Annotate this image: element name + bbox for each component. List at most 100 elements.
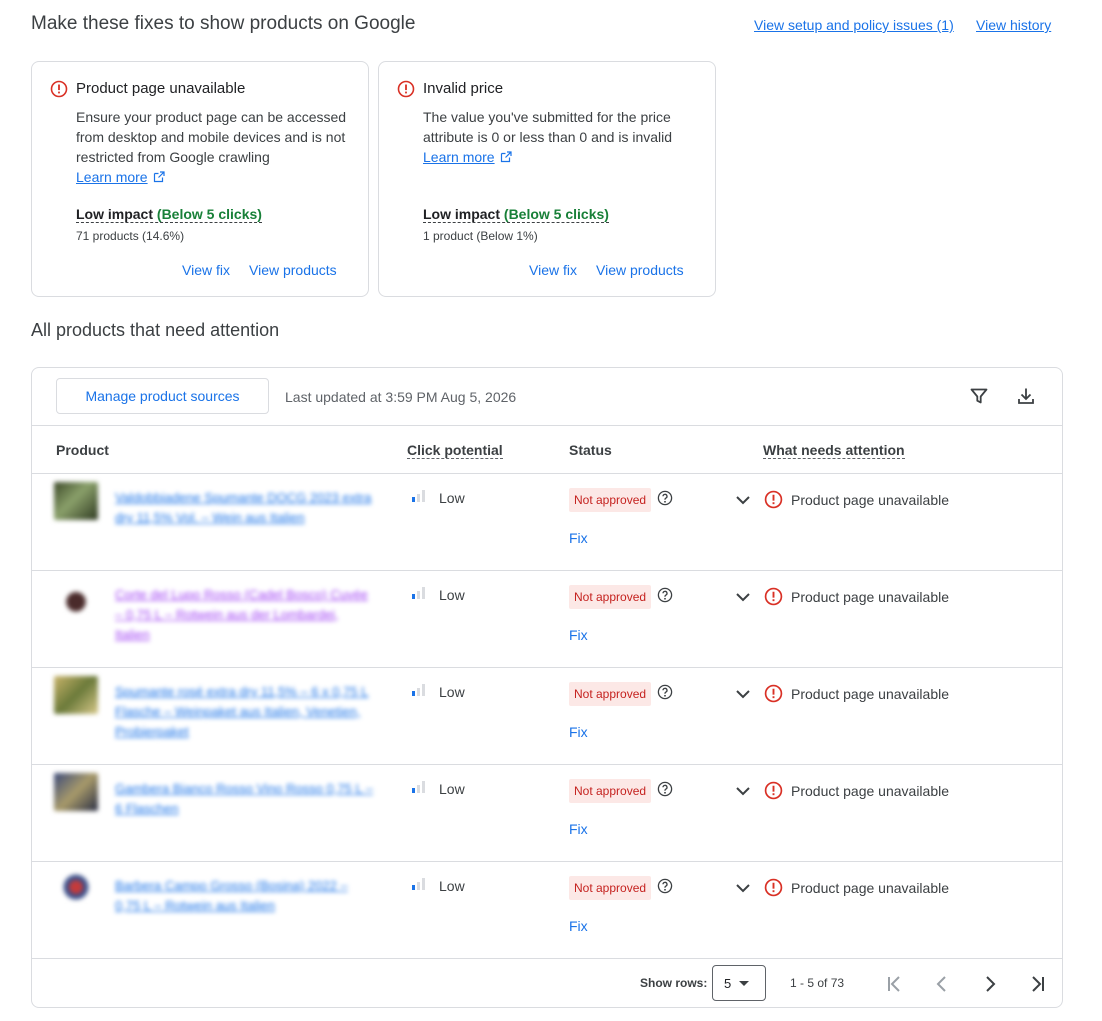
- issue-card-description: The value you've submitted for the price…: [423, 107, 708, 167]
- view-products-link[interactable]: View products: [596, 262, 684, 278]
- last-updated-text: Last updated at 3:59 PM Aug 5, 2026: [285, 389, 517, 405]
- column-header-product: Product: [56, 442, 109, 458]
- pagination: Show rows: 5 1 - 5 of 73: [32, 960, 1062, 1007]
- first-page-icon[interactable]: [882, 972, 906, 996]
- click-potential-value: Low: [439, 490, 465, 506]
- click-potential-bars-icon: [412, 587, 425, 599]
- chevron-down-icon[interactable]: [732, 780, 754, 802]
- manage-product-sources-button[interactable]: Manage product sources: [56, 378, 269, 414]
- status-badge: Not approved: [569, 488, 652, 512]
- fix-link[interactable]: Fix: [569, 918, 588, 934]
- filter-icon[interactable]: [968, 385, 990, 407]
- status-badge: Not approved: [569, 779, 652, 803]
- click-potential-bars-icon: [412, 878, 425, 890]
- rows-per-page-value: 5: [724, 976, 732, 991]
- learn-more-label: Learn more: [76, 169, 148, 185]
- chevron-down-icon[interactable]: [732, 489, 754, 511]
- attention-issue-text: Product page unavailable: [791, 783, 950, 799]
- attention-issue-text: Product page unavailable: [791, 492, 950, 508]
- impact-detail: (Below 5 clicks): [156, 206, 262, 222]
- impact-indicator[interactable]: Low impact (Below 5 clicks): [76, 206, 262, 223]
- view-fix-link[interactable]: View fix: [182, 262, 230, 278]
- help-icon[interactable]: [657, 684, 673, 700]
- view-history-link[interactable]: View history: [976, 17, 1051, 33]
- status-badge: Not approved: [569, 585, 652, 609]
- impact-detail: (Below 5 clicks): [503, 206, 609, 222]
- issue-card-invalid-price: Invalid price The value you've submitted…: [378, 61, 716, 297]
- help-icon[interactable]: [657, 781, 673, 797]
- chevron-down-icon[interactable]: [732, 877, 754, 899]
- error-icon: [764, 781, 783, 800]
- product-name-link[interactable]: Gambera Bianco Rosso Vino Rosso 0,75 L –…: [115, 779, 375, 819]
- external-link-icon: [500, 151, 512, 163]
- view-fix-link[interactable]: View fix: [529, 262, 577, 278]
- impact-label: Low impact: [423, 206, 501, 222]
- column-header-click-potential[interactable]: Click potential: [407, 442, 503, 459]
- page-range: 1 - 5 of 73: [790, 976, 845, 990]
- product-name-link[interactable]: Barbera Campo Grosso (Bosina) 2022 – 0,7…: [115, 876, 375, 916]
- affected-products-count: 71 products (14.6%): [76, 229, 185, 243]
- section-title: All products that need attention: [31, 320, 280, 340]
- view-products-link[interactable]: View products: [249, 262, 337, 278]
- issue-description-text: Ensure your product page can be accessed…: [76, 109, 347, 165]
- table-row: Corte del Lupo Rosso (Cadel Bosco) Cuvée…: [32, 571, 1062, 668]
- click-potential-value: Low: [439, 781, 465, 797]
- product-name-link[interactable]: Valdobbiadene Spumante DOCG 2023 extra d…: [115, 488, 375, 528]
- issue-card-title: Invalid price: [423, 80, 504, 97]
- error-icon: [764, 684, 783, 703]
- table-row: Spumante rosé extra dry 11,5% – 6 x 0,75…: [32, 668, 1062, 765]
- previous-page-icon[interactable]: [930, 972, 954, 996]
- fix-link[interactable]: Fix: [569, 627, 588, 643]
- issue-card-title: Product page unavailable: [76, 80, 246, 97]
- products-table-panel: Manage product sources Last updated at 3…: [31, 367, 1063, 1008]
- impact-indicator[interactable]: Low impact (Below 5 clicks): [423, 206, 609, 223]
- table-row: Barbera Campo Grosso (Bosina) 2022 – 0,7…: [32, 862, 1062, 959]
- table-row: Gambera Bianco Rosso Vino Rosso 0,75 L –…: [32, 765, 1062, 862]
- attention-issue-text: Product page unavailable: [791, 686, 950, 702]
- issue-card-description: Ensure your product page can be accessed…: [76, 107, 361, 187]
- product-name-link[interactable]: Corte del Lupo Rosso (Cadel Bosco) Cuvée…: [115, 585, 375, 645]
- error-icon: [764, 878, 783, 897]
- view-setup-issues-link[interactable]: View setup and policy issues (1): [754, 17, 954, 33]
- issue-card-product-page-unavailable: Product page unavailable Ensure your pro…: [31, 61, 369, 297]
- help-icon[interactable]: [657, 587, 673, 603]
- product-thumbnail: [54, 676, 98, 714]
- last-page-icon[interactable]: [1026, 972, 1050, 996]
- help-icon[interactable]: [657, 878, 673, 894]
- affected-products-count: 1 product (Below 1%): [423, 229, 538, 243]
- download-icon[interactable]: [1015, 385, 1037, 407]
- learn-more-link[interactable]: Learn more: [423, 149, 512, 165]
- column-header-status: Status: [569, 442, 612, 458]
- learn-more-label: Learn more: [423, 149, 495, 165]
- click-potential-value: Low: [439, 587, 465, 603]
- learn-more-link[interactable]: Learn more: [76, 169, 165, 185]
- click-potential-bars-icon: [412, 781, 425, 793]
- click-potential-value: Low: [439, 684, 465, 700]
- click-potential-value: Low: [439, 878, 465, 894]
- fix-link[interactable]: Fix: [569, 724, 588, 740]
- chevron-down-icon[interactable]: [732, 683, 754, 705]
- next-page-icon[interactable]: [978, 972, 1002, 996]
- column-header-what-needs-attention[interactable]: What needs attention: [763, 442, 905, 459]
- issue-description-text: The value you've submitted for the price…: [423, 109, 673, 145]
- fix-link[interactable]: Fix: [569, 530, 588, 546]
- click-potential-bars-icon: [412, 490, 425, 502]
- page-heading: Make these fixes to show products on Goo…: [31, 13, 416, 34]
- rows-per-page-select[interactable]: 5: [712, 965, 766, 1001]
- impact-label: Low impact: [76, 206, 154, 222]
- attention-issue-text: Product page unavailable: [791, 880, 950, 896]
- chevron-down-icon[interactable]: [732, 586, 754, 608]
- status-badge: Not approved: [569, 682, 652, 706]
- fix-link[interactable]: Fix: [569, 821, 588, 837]
- error-icon: [764, 587, 783, 606]
- click-potential-bars-icon: [412, 684, 425, 696]
- product-name-link[interactable]: Spumante rosé extra dry 11,5% – 6 x 0,75…: [115, 682, 375, 742]
- table-header: Product Click potential Status What need…: [32, 425, 1062, 474]
- status-badge: Not approved: [569, 876, 652, 900]
- attention-issue-text: Product page unavailable: [791, 589, 950, 605]
- external-link-icon: [153, 171, 165, 183]
- table-row: Valdobbiadene Spumante DOCG 2023 extra d…: [32, 474, 1062, 571]
- help-icon[interactable]: [657, 490, 673, 506]
- product-thumbnail: [54, 870, 98, 908]
- product-thumbnail: [54, 482, 98, 520]
